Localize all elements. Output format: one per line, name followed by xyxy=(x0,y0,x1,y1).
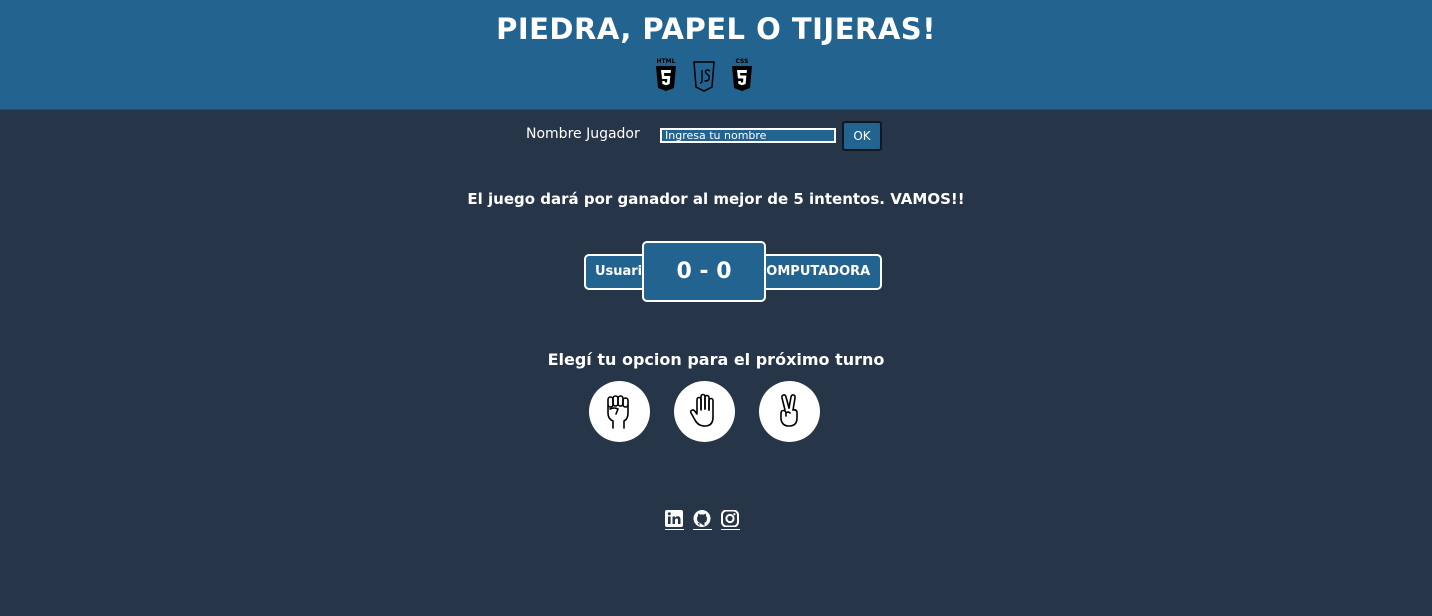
rock-button[interactable] xyxy=(589,381,650,442)
instagram-underline xyxy=(721,529,740,530)
js-icon xyxy=(692,58,716,92)
player-name-input[interactable] xyxy=(660,128,836,143)
instagram-link[interactable] xyxy=(721,510,740,530)
open-hand-icon xyxy=(689,393,714,427)
paper-button[interactable] xyxy=(674,381,735,442)
html5-icon: HTML xyxy=(654,58,678,92)
instagram-icon xyxy=(721,510,739,527)
linkedin-link[interactable] xyxy=(665,510,684,530)
ok-button[interactable]: OK xyxy=(842,121,882,151)
css3-icon-label: CSS xyxy=(735,58,749,65)
score-display: 0 - 0 xyxy=(642,241,766,302)
linkedin-icon xyxy=(665,510,683,527)
choose-option-title: Elegí tu opcion para el próximo turno xyxy=(547,350,885,369)
fist-icon xyxy=(607,395,629,429)
linkedin-underline xyxy=(665,529,684,530)
player-name-label: Nombre Jugador xyxy=(526,126,640,142)
page-title: PIEDRA, PAPEL O TIJERAS! xyxy=(496,12,936,46)
player-form: Nombre Jugador OK xyxy=(0,120,1432,152)
victory-hand-icon xyxy=(780,394,798,427)
github-icon xyxy=(693,510,711,527)
rules-text: El juego dará por ganador al mejor de 5 … xyxy=(467,190,965,208)
scissors-button[interactable] xyxy=(759,381,820,442)
page-header: PIEDRA, PAPEL O TIJERAS! HTML CSS xyxy=(0,0,1432,110)
html5-icon-label: HTML xyxy=(656,58,676,65)
github-link[interactable] xyxy=(693,510,712,530)
github-underline xyxy=(693,529,712,530)
css3-icon: CSS xyxy=(730,58,754,92)
tech-icons: HTML CSS xyxy=(654,58,758,92)
